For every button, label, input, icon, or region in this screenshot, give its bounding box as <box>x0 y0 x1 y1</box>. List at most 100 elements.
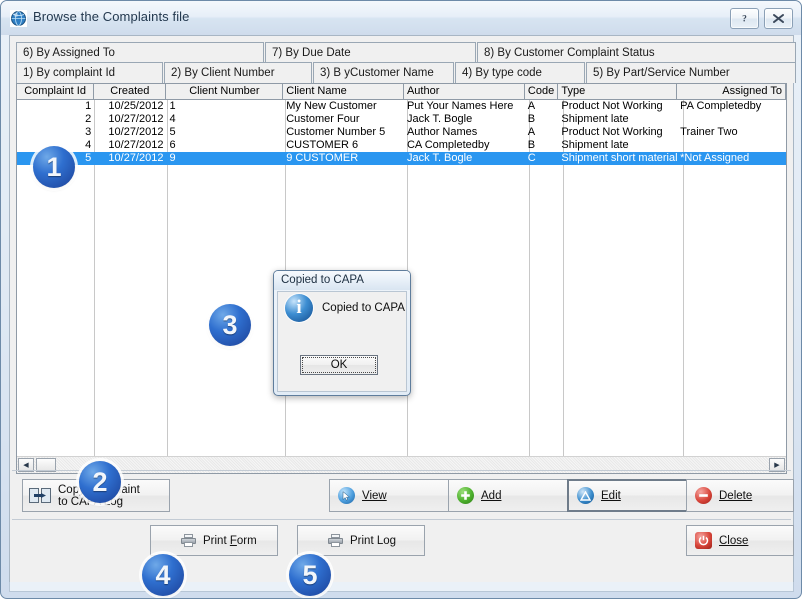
grid-column-header[interactable]: Client Number <box>166 84 283 99</box>
close-icon[interactable] <box>764 8 793 29</box>
table-cell: Shipment late <box>558 139 677 152</box>
table-row[interactable]: 210/27/20124Customer FourJack T. BogleBS… <box>17 113 786 126</box>
tab-row-upper: 6) By Assigned To 7) By Due Date 8) By C… <box>16 42 787 63</box>
table-cell: 9 <box>166 152 283 165</box>
copied-to-capa-dialog: Copied to CAPA i Copied to CAPA OK <box>273 270 411 396</box>
add-label: Add <box>481 490 501 502</box>
table-cell: PA Completedby <box>677 100 786 113</box>
grid-header-row: Complaint IdCreatedClient NumberClient N… <box>17 84 786 100</box>
table-cell: Author Names <box>404 126 525 139</box>
table-row[interactable]: 510/27/201299 CUSTOMERJack T. BogleCShip… <box>17 152 786 165</box>
step-badge-5: 5 <box>289 554 331 596</box>
triangle-icon <box>577 487 594 504</box>
title-bar: Browse the Complaints file ? <box>1 1 801 35</box>
close-label: Close <box>719 535 748 547</box>
printer-icon <box>181 534 196 547</box>
grid-column-header[interactable]: Complaint Id <box>17 84 94 99</box>
table-cell: 10/27/2012 <box>94 126 166 139</box>
table-cell: 10/27/2012 <box>94 152 166 165</box>
copy-to-log-icon <box>29 488 51 503</box>
table-row[interactable]: 410/27/20126CUSTOMER 6CA CompletedbyBShi… <box>17 139 786 152</box>
table-cell: A <box>525 126 559 139</box>
tab-by-type-code[interactable]: 4) By type code <box>455 62 585 83</box>
dialog-message: Copied to CAPA <box>322 302 405 314</box>
plus-icon <box>457 487 474 504</box>
printer-icon <box>328 534 343 547</box>
info-icon: i <box>285 294 313 322</box>
table-cell: A <box>525 100 559 113</box>
table-cell: Put Your Names Here <box>404 100 525 113</box>
table-cell: My New Customer <box>283 100 404 113</box>
table-cell <box>677 139 786 152</box>
table-cell: Trainer Two <box>677 126 786 139</box>
print-log-button[interactable]: Print Log <box>297 525 425 556</box>
table-cell: Product Not Working <box>558 126 677 139</box>
edit-label: Edit <box>601 490 621 502</box>
tab-by-part-service-number[interactable]: 5) By Part/Service Number <box>586 62 796 83</box>
tab-label: 1) By complaint Id <box>23 67 115 79</box>
title-bar-buttons: ? <box>730 8 793 29</box>
tab-label: 8) By Customer Complaint Status <box>484 47 655 59</box>
help-button[interactable]: ? <box>730 8 759 29</box>
dialog-title: Copied to CAPA <box>274 271 410 290</box>
table-row[interactable]: 110/25/20121My New CustomerPut Your Name… <box>17 100 786 113</box>
grid-column-header[interactable]: Author <box>404 84 525 99</box>
table-cell: B <box>525 139 559 152</box>
window-frame: Browse the Complaints file ? 6) <box>0 0 802 599</box>
tab-by-assigned-to[interactable]: 6) By Assigned To <box>16 42 264 63</box>
dialog-ok-button[interactable]: OK <box>300 355 378 375</box>
tab-label: 3) B yCustomer Name <box>320 67 434 79</box>
table-cell: Customer Number 5 <box>283 126 404 139</box>
grid-column-header[interactable]: Code <box>525 84 559 99</box>
grid-column-header[interactable]: Created <box>94 84 166 99</box>
table-cell <box>677 113 786 126</box>
cursor-icon <box>338 487 355 504</box>
table-row[interactable]: 310/27/20125Customer Number 5Author Name… <box>17 126 786 139</box>
power-icon <box>695 532 712 549</box>
tab-by-complaint-id[interactable]: 1) By complaint Id <box>16 62 163 83</box>
table-cell: 4 <box>166 113 283 126</box>
table-cell: Customer Four <box>283 113 404 126</box>
close-button[interactable]: Close <box>686 525 794 556</box>
tab-label: 2) By Client Number <box>171 67 275 79</box>
table-cell: Shipment short materials <box>558 152 677 165</box>
tab-by-customer-complaint-status[interactable]: 8) By Customer Complaint Status <box>477 42 796 63</box>
table-cell: Product Not Working <box>558 100 677 113</box>
table-cell: Jack T. Bogle <box>404 113 525 126</box>
table-cell: 1 <box>17 100 94 113</box>
add-button[interactable]: Add <box>448 479 580 512</box>
table-cell: 10/27/2012 <box>94 139 166 152</box>
table-cell: CUSTOMER 6 <box>283 139 404 152</box>
step-badge-1: 1 <box>33 146 75 188</box>
view-label: View <box>362 490 387 502</box>
minus-icon <box>695 487 712 504</box>
grid-column-header[interactable]: Client Name <box>283 84 404 99</box>
tab-by-due-date[interactable]: 7) By Due Date <box>265 42 476 63</box>
table-cell: 1 <box>166 100 283 113</box>
table-cell: Jack T. Bogle <box>404 152 525 165</box>
table-cell: 3 <box>17 126 94 139</box>
grid-column-header[interactable]: Type <box>558 84 677 99</box>
edit-button[interactable]: Edit <box>567 479 699 512</box>
table-cell: Shipment late <box>558 113 677 126</box>
view-button[interactable]: View <box>329 479 461 512</box>
tab-by-customer-name[interactable]: 3) B yCustomer Name <box>313 62 454 83</box>
tab-label: 6) By Assigned To <box>23 47 115 59</box>
delete-button[interactable]: Delete <box>686 479 794 512</box>
table-cell: 2 <box>17 113 94 126</box>
globe-icon <box>10 10 27 27</box>
grid-column-header[interactable]: Assigned To <box>677 84 786 99</box>
tab-label: 7) By Due Date <box>272 47 351 59</box>
table-cell: B <box>525 113 559 126</box>
table-cell: 5 <box>166 126 283 139</box>
step-badge-3: 3 <box>209 304 251 346</box>
table-cell: 6 <box>166 139 283 152</box>
print-form-button[interactable]: Print Form <box>150 525 278 556</box>
table-cell: CA Completedby <box>404 139 525 152</box>
tab-label: 5) By Part/Service Number <box>593 67 730 79</box>
svg-text:?: ? <box>742 15 747 24</box>
window-title: Browse the Complaints file <box>33 9 190 24</box>
tab-by-client-number[interactable]: 2) By Client Number <box>164 62 312 83</box>
step-badge-2: 2 <box>79 461 121 503</box>
status-strip <box>9 582 794 592</box>
